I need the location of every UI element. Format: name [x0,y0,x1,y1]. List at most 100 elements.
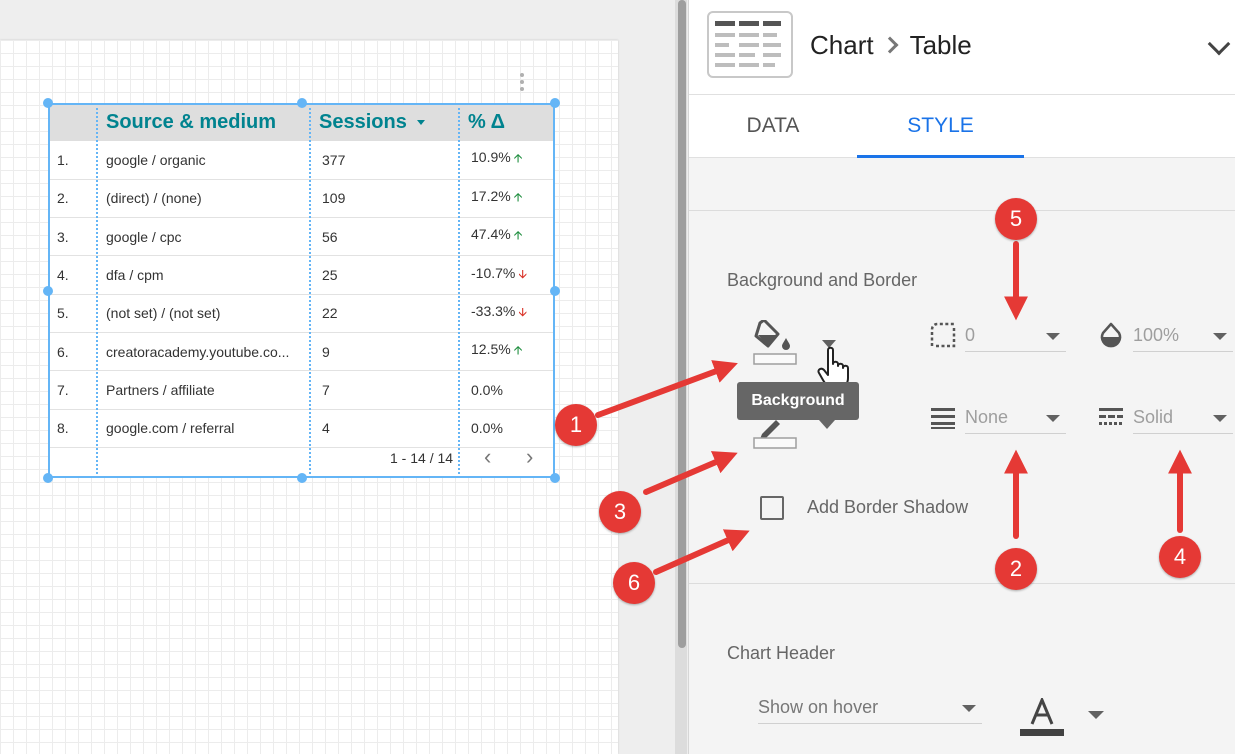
border-color-icon[interactable] [752,412,800,450]
border-shadow-checkbox[interactable] [760,496,784,520]
chart-header-title: Chart Header [727,643,836,663]
background-border-title: Background and Border [727,270,918,290]
row-index: 7. [48,370,97,410]
sort-desc-icon[interactable] [416,119,425,125]
row-index: 6. [48,332,97,372]
border-style-value: Solid [1133,407,1174,427]
percent-change-value: 0.0% [471,420,503,437]
border-radius-icon [930,322,956,348]
resize-handle-top-left[interactable] [43,98,53,108]
paint-bucket-icon[interactable] [752,320,800,366]
source-medium-column-header[interactable]: Source & medium [97,103,310,141]
sessions-cell: 7 [310,370,459,410]
percent-change-value: -33.3% [471,302,516,319]
chart-header-value: Show on hover [758,697,879,717]
next-page-icon[interactable]: › [526,446,533,468]
panel-header: Chart Table [689,0,1235,95]
table-row[interactable]: 3. google / cpc 56 47.4% 🡩 [48,217,555,257]
opacity-icon [1100,322,1122,348]
chart-type-breadcrumb[interactable]: Chart Table [810,30,972,61]
table-chart-icon[interactable] [707,11,793,78]
row-index: 5. [48,294,97,333]
tooltip-arrow [819,420,835,429]
border-weight-icon [931,408,955,429]
table-row[interactable]: 8. google.com / referral 4 0.0% [48,409,555,448]
caret-down-icon [1213,333,1227,340]
percent-change-cell: 12.5% 🡩 [459,332,555,372]
resize-handle-top[interactable] [297,98,307,108]
table-row[interactable]: 1. google / organic 377 10.9% 🡩 [48,141,555,180]
row-index: 3. [48,217,97,257]
sessions-cell: 56 [310,217,459,257]
source-medium-cell: Partners / affiliate [97,370,310,410]
page-range-label: 1 - 14 / 14 [390,450,454,466]
font-color-caret[interactable] [1088,711,1104,719]
table-row[interactable]: 2. (direct) / (none) 109 17.2% 🡩 [48,179,555,219]
source-medium-cell: dfa / cpm [97,255,310,295]
trend-down-icon: 🡫 [518,304,527,319]
resize-handle-bottom-right[interactable] [550,473,560,483]
column-guide [96,103,98,478]
sessions-column-header[interactable]: Sessions [310,103,459,141]
style-tab-body: Background and Border Chart Header [689,158,1235,754]
table-row[interactable]: 5. (not set) / (not set) 22 -33.3% 🡫 [48,294,555,333]
font-color-icon[interactable] [1020,698,1064,738]
chart-header-dropdown[interactable]: Show on hover [758,694,982,724]
percent-change-cell: 17.2% 🡩 [459,179,555,219]
border-radius-dropdown[interactable]: 0 [965,322,1066,352]
chevron-right-icon [881,36,899,54]
source-medium-cell: (not set) / (not set) [97,294,310,333]
percent-change-cell: 10.9% 🡩 [459,141,555,180]
percent-change-cell: -10.7% 🡫 [459,255,555,295]
panel-tabs: DATA STYLE [689,95,1235,158]
percent-change-cell: 0.0% [459,409,555,448]
table-row[interactable]: 7. Partners / affiliate 7 0.0% [48,370,555,410]
annotation-badge-5: 5 [995,198,1037,240]
table-chart[interactable]: Source & medium Sessions % Δ 1. google / … [48,103,555,478]
section-divider [689,210,1235,211]
column-guide [309,103,311,478]
resize-handle-left[interactable] [43,286,53,296]
percent-change-cell: 0.0% [459,370,555,410]
border-style-dropdown[interactable]: Solid [1133,404,1233,434]
border-weight-dropdown[interactable]: None [965,404,1066,434]
percent-change-value: 12.5% [471,341,511,358]
sessions-cell: 22 [310,294,459,333]
table-body: 1. google / organic 377 10.9% 🡩 2. (direct) / … [48,141,555,448]
row-index: 1. [48,141,97,180]
table-row[interactable]: 6. creatoracademy.youtube.co... 9 12.5% 🡩 [48,332,555,372]
trend-up-icon: 🡩 [513,189,523,204]
tab-style[interactable]: STYLE [857,95,1024,158]
source-medium-cell: (direct) / (none) [97,179,310,219]
tab-data[interactable]: DATA [689,95,857,158]
breadcrumb-parent: Chart [810,30,874,60]
resize-handle-bottom[interactable] [297,473,307,483]
percent-change-value: 17.2% [471,187,511,204]
row-index: 4. [48,255,97,295]
previous-page-icon[interactable]: ‹ [484,446,491,468]
border-radius-value: 0 [965,325,976,345]
trend-up-icon: 🡩 [513,228,523,243]
sessions-cell: 4 [310,409,459,448]
resize-handle-bottom-left[interactable] [43,473,53,483]
sessions-cell: 9 [310,332,459,372]
percent-change-cell: -33.3% 🡫 [459,294,555,333]
caret-down-icon [1213,415,1227,422]
trend-up-icon: 🡩 [513,343,523,358]
sessions-cell: 377 [310,141,459,180]
opacity-dropdown[interactable]: 100% [1133,322,1233,352]
percent-change-column-header[interactable]: % Δ [459,103,555,141]
percent-change-value: 47.4% [471,226,511,243]
caret-down-icon [1046,415,1060,422]
row-index: 8. [48,409,97,448]
chevron-down-icon[interactable] [1207,32,1231,56]
border-style-icon [1099,408,1123,425]
table-row[interactable]: 4. dfa / cpm 25 -10.7% 🡫 [48,255,555,295]
resize-handle-top-right[interactable] [550,98,560,108]
section-divider [689,583,1235,584]
data-table: Source & medium Sessions % Δ 1. google / … [48,103,555,448]
canvas-scrollbar-thumb[interactable] [678,0,686,648]
more-options-icon[interactable] [518,73,526,95]
resize-handle-right[interactable] [550,286,560,296]
annotation-badge-3: 3 [599,491,641,533]
